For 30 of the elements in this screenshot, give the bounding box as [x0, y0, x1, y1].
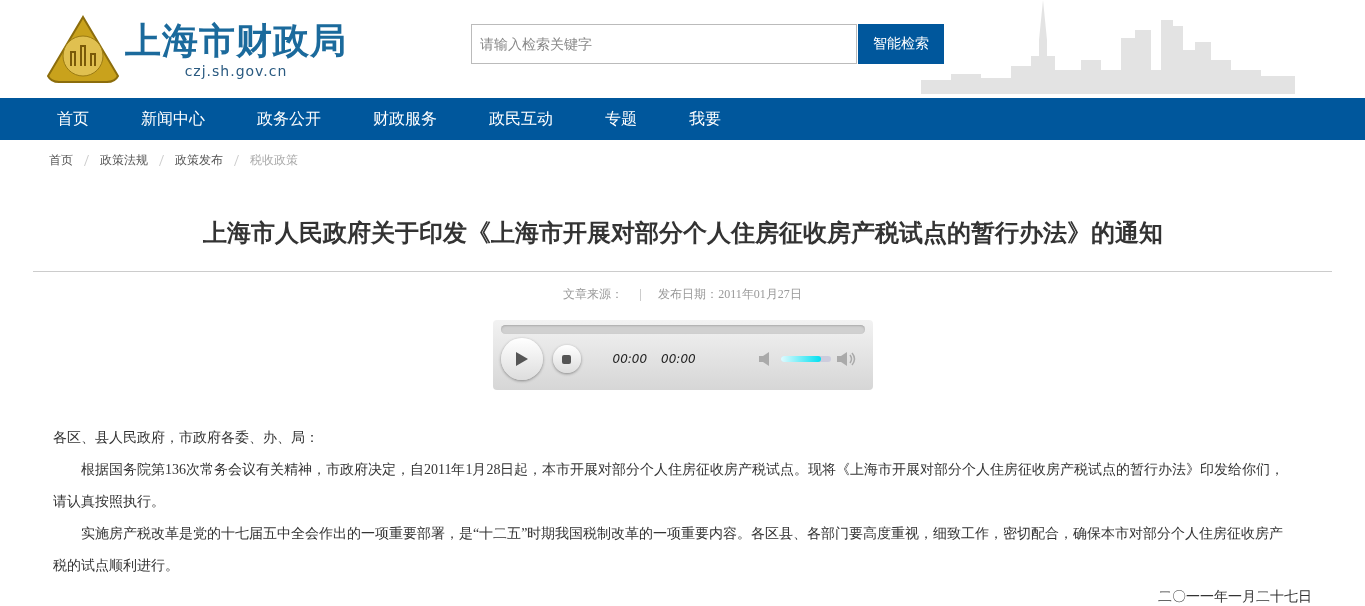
stop-icon	[562, 354, 571, 364]
article-source: 文章来源：	[563, 286, 624, 303]
signature-date: 二〇一一年一月二十七日	[1158, 588, 1312, 606]
nav-link[interactable]: 政务公开	[238, 108, 340, 130]
stop-button[interactable]	[552, 345, 581, 373]
emblem-logo-icon	[45, 14, 121, 84]
nav-link[interactable]: 首页	[38, 108, 108, 130]
nav-link[interactable]: 我要	[670, 108, 740, 130]
site-url: czj.sh.gov.cn	[184, 63, 288, 79]
search-button[interactable]: 智能检索	[858, 24, 944, 64]
nav-link[interactable]: 政民互动	[470, 108, 572, 130]
volume-slider[interactable]	[780, 356, 831, 362]
paragraph: 根据国务院第136次常务会议有关精神，市政府决定，自2011年1月28日起，本市开展对部分个人住房征收房产税试点。现将《上海市开展对部分个人住房征收房产税试点的暂行办法》印发给你们，请认真按照执行。	[53, 461, 1286, 511]
breadcrumb-link[interactable]: 首页	[49, 151, 73, 169]
breadcrumb-link[interactable]: 政策法规	[100, 151, 148, 169]
duration: 00:00	[661, 352, 696, 366]
nav-link[interactable]: 专题	[586, 108, 656, 130]
site-title: 上海市财政局	[125, 19, 347, 63]
speaker-loud-icon[interactable]	[836, 352, 857, 366]
publish-date: 发布日期：2011年01月27日	[658, 286, 802, 303]
play-icon	[514, 351, 529, 367]
play-button[interactable]	[500, 338, 543, 380]
paragraph: 实施房产税改革是党的十七届五中全会作出的一项重要部署，是“十二五”时期我国税制改革的一项重要内容。各区县、各部门要高度重视，细致工作，密切配合，确保本市对部分个人住房征收房产税的试点顺利进行。	[53, 525, 1285, 575]
breadcrumb-link[interactable]: 政策发布	[175, 151, 223, 169]
current-time: 00:00	[612, 352, 648, 366]
article-title: 上海市人民政府关于印发《上海市开展对部分个人住房征收房产税试点的暂行办法》的通知	[201, 218, 1164, 248]
search-field[interactable]: 请输入检索关键字	[471, 24, 857, 64]
paragraph: 各区、县人民政府，市政府各委、办、局：	[53, 429, 320, 447]
nav-link[interactable]: 财政服务	[354, 108, 456, 130]
nav-link[interactable]: 新闻中心	[122, 108, 224, 130]
